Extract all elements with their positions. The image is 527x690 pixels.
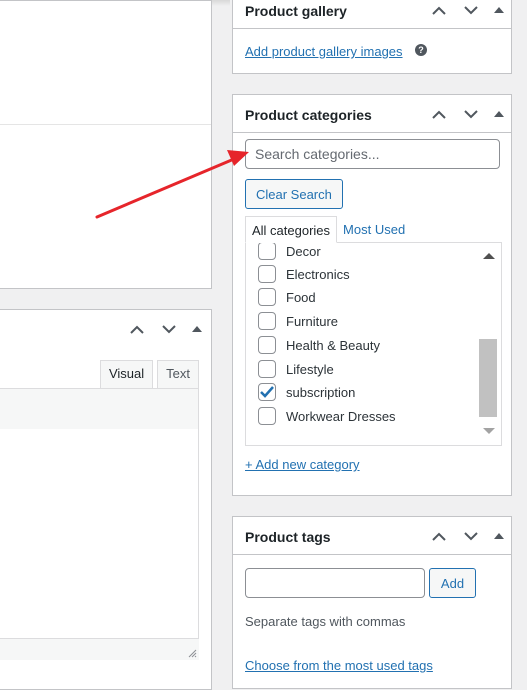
caret-up-icon (494, 111, 504, 117)
panel-title: Product categories (245, 107, 372, 123)
category-item[interactable]: Furniture (258, 310, 338, 332)
category-label: Health & Beauty (286, 337, 380, 353)
editor-status-bar (0, 638, 199, 660)
move-up-button[interactable] (423, 96, 455, 132)
chevron-down-icon (464, 531, 478, 540)
category-item[interactable]: subscription (258, 381, 355, 403)
panel-header-divider (233, 132, 511, 133)
tab-all-categories[interactable]: All categories (245, 216, 338, 243)
category-item[interactable]: Decor (258, 243, 321, 262)
chevron-up-icon (432, 110, 446, 119)
tab-most-used[interactable]: Most Used (337, 216, 411, 243)
move-down-button[interactable] (455, 0, 487, 28)
panel-title: Product tags (245, 529, 331, 545)
add-tag-button[interactable]: Add (429, 568, 476, 598)
tag-input[interactable] (245, 568, 425, 598)
category-label: Workwear Dresses (286, 408, 396, 424)
scroll-down-arrow-icon[interactable] (483, 428, 495, 434)
editor-tabs: Visual Text (99, 360, 199, 388)
category-checkbox-checked[interactable] (258, 383, 276, 401)
move-up-button[interactable] (121, 311, 153, 347)
category-label: Lifestyle (286, 361, 334, 377)
editor-content-area[interactable] (0, 429, 199, 660)
product-categories-panel: Product categories Clear Search All cate… (232, 94, 512, 496)
chevron-down-icon (464, 109, 478, 118)
chevron-up-icon (432, 6, 446, 15)
move-down-button[interactable] (153, 311, 185, 347)
category-tabs: All categories Most Used (245, 216, 411, 243)
caret-up-icon (494, 7, 504, 13)
category-search-input[interactable] (245, 139, 500, 169)
category-label: Furniture (286, 313, 339, 329)
chevron-down-icon (162, 324, 176, 333)
choose-most-used-tags-link[interactable]: Choose from the most used tags (245, 658, 433, 673)
description-panel: Visual Text (0, 309, 212, 690)
chevron-up-icon (432, 532, 446, 541)
toggle-panel-button[interactable] (185, 311, 209, 347)
category-item[interactable]: Workwear Dresses (258, 405, 396, 427)
move-down-button[interactable] (455, 96, 487, 132)
category-checkbox[interactable] (258, 360, 276, 378)
product-tags-panel: Product tags Add Separate tags with comm… (232, 516, 512, 689)
category-item[interactable]: Health & Beauty (258, 334, 380, 356)
caret-up-icon (192, 326, 202, 332)
add-gallery-images-link[interactable]: Add product gallery images (245, 44, 403, 59)
chevron-up-icon (130, 325, 144, 334)
tags-help-text: Separate tags with commas (245, 614, 406, 629)
checkmark-icon (260, 386, 274, 398)
move-down-button[interactable] (455, 518, 487, 554)
toggle-panel-button[interactable] (487, 518, 511, 554)
category-checkbox[interactable] (258, 243, 276, 260)
category-checkbox[interactable] (258, 288, 276, 306)
tab-text[interactable]: Text (157, 360, 199, 388)
panel-title: Product gallery (245, 3, 347, 19)
clear-search-button[interactable]: Clear Search (245, 179, 343, 209)
category-scrollbar[interactable] (476, 243, 501, 443)
panel-handle-actions (423, 0, 511, 29)
resize-grip-icon[interactable] (187, 648, 197, 658)
editor-top-panel (0, 0, 212, 289)
editor-toolbar (0, 388, 199, 431)
add-new-category-link[interactable]: + Add new category (245, 457, 360, 472)
chevron-down-icon (464, 5, 478, 14)
category-checkbox[interactable] (258, 312, 276, 330)
panel-handle-actions (423, 95, 511, 133)
caret-up-icon (494, 533, 504, 539)
panel-header-divider (233, 28, 511, 29)
toggle-panel-button[interactable] (487, 96, 511, 132)
category-checklist[interactable]: Decor Electronics Food Furniture Health … (245, 242, 502, 446)
category-label: Decor (286, 243, 321, 259)
category-checkbox[interactable] (258, 407, 276, 425)
help-icon[interactable]: ? (415, 44, 427, 56)
category-label: Food (286, 289, 316, 305)
category-checkbox[interactable] (258, 265, 276, 283)
tab-visual[interactable]: Visual (99, 360, 154, 388)
panel-handle-actions (423, 517, 511, 555)
category-item[interactable]: Food (258, 286, 316, 308)
move-up-button[interactable] (423, 0, 455, 28)
panel-handle-actions (121, 310, 209, 348)
scrollbar-thumb[interactable] (479, 339, 497, 417)
category-label: subscription (286, 384, 356, 400)
category-checkbox[interactable] (258, 336, 276, 354)
panel-header-divider (233, 554, 511, 555)
product-gallery-panel: Product gallery Add product gallery imag… (232, 0, 512, 74)
move-up-button[interactable] (423, 518, 455, 554)
scroll-up-arrow-icon[interactable] (483, 253, 495, 259)
category-item[interactable]: Lifestyle (258, 358, 334, 380)
toggle-panel-button[interactable] (487, 0, 511, 28)
panel-divider (0, 124, 211, 125)
category-item[interactable]: Electronics (258, 263, 350, 285)
category-label: Electronics (286, 266, 350, 282)
